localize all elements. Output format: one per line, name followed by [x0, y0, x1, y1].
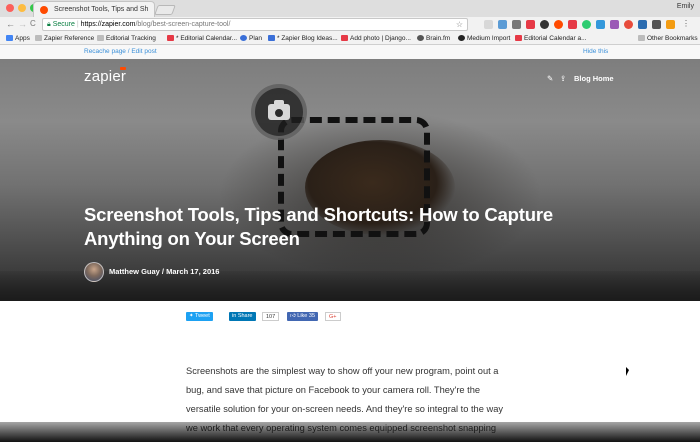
extension-icon[interactable]: [484, 20, 493, 29]
menu-icon[interactable]: ⋮: [682, 20, 691, 29]
facebook-like-button[interactable]: 👍︎ Like 35: [287, 312, 319, 321]
bookmark-link[interactable]: Medium Import: [458, 34, 510, 43]
google-plus-button[interactable]: G+: [325, 312, 341, 321]
close-window-button[interactable]: [6, 4, 14, 12]
admin-strip: Recache page / Edit post Hide this: [0, 45, 700, 59]
extension-icon[interactable]: [638, 20, 647, 29]
bookmark-link[interactable]: * Editorial Calendar...: [167, 34, 237, 43]
bookmark-folder[interactable]: Editorial Tracking: [97, 34, 156, 43]
extension-icon[interactable]: [526, 20, 535, 29]
apps-grid-icon: [6, 35, 13, 41]
other-bookmarks[interactable]: Other Bookmarks: [638, 34, 698, 43]
author-avatar[interactable]: [84, 262, 104, 282]
bookmark-favicon-icon: [268, 35, 275, 41]
window-titlebar: Screenshot Tools, Tips and Sh × Emily: [0, 0, 700, 17]
bottom-overlay: [0, 422, 700, 442]
zapier-logo[interactable]: zapier: [84, 68, 126, 85]
recache-edit-link[interactable]: Recache page / Edit post: [84, 48, 157, 55]
tab-title: Screenshot Tools, Tips and Sh: [54, 6, 149, 13]
mouse-cursor: [626, 367, 629, 376]
lock-icon: 🔒︎: [47, 21, 51, 28]
linkedin-share-count: 107: [262, 312, 280, 321]
tab-active[interactable]: Screenshot Tools, Tips and Sh ×: [33, 1, 155, 17]
forward-arrow-icon[interactable]: →: [18, 19, 27, 29]
bookmark-link[interactable]: Editorial Calendar a...: [515, 34, 587, 43]
new-tab-button[interactable]: [154, 5, 176, 15]
bookmark-favicon-icon: [417, 35, 424, 41]
extension-icon[interactable]: [568, 20, 577, 29]
back-arrow-icon[interactable]: ←: [6, 19, 15, 29]
bookmark-folder[interactable]: Zapier Reference: [35, 34, 94, 43]
extension-icon[interactable]: [652, 20, 661, 29]
bookmark-apps[interactable]: Apps: [6, 34, 30, 43]
edit-icon[interactable]: ✎: [547, 74, 553, 83]
bookmark-favicon-icon: [240, 35, 247, 41]
blog-home-link[interactable]: Blog Home: [574, 74, 614, 83]
share-icon[interactable]: ⇪: [560, 74, 566, 83]
secure-label: Secure: [52, 21, 75, 28]
hero-banner: Recache page / Edit post Hide this zapie…: [0, 45, 700, 301]
bookmark-favicon-icon: [341, 35, 348, 41]
extension-icon[interactable]: [610, 20, 619, 29]
linkedin-share-button[interactable]: in Share: [229, 312, 256, 321]
extension-icon[interactable]: [596, 20, 605, 29]
page-title: Screenshot Tools, Tips and Shortcuts: Ho…: [84, 204, 553, 249]
browser-toolbar: ← → C 🔒︎ Secure | https://zapier.com/blo…: [0, 17, 700, 32]
folder-icon: [638, 35, 645, 41]
extension-icon[interactable]: [582, 20, 591, 29]
bookmark-star-icon[interactable]: ☆: [456, 19, 463, 30]
address-bar[interactable]: 🔒︎ Secure | https://zapier.com/blog/best…: [42, 18, 468, 31]
bookmark-favicon-icon: [515, 35, 522, 41]
extension-icon[interactable]: [666, 20, 675, 29]
bookmark-link[interactable]: Brain.fm: [417, 34, 450, 43]
extension-icon[interactable]: [554, 20, 563, 29]
hide-this-link[interactable]: Hide this: [583, 48, 608, 55]
folder-icon: [97, 35, 104, 41]
bookmarks-bar: Apps Zapier Reference Editorial Tracking…: [0, 32, 700, 45]
zapier-favicon-icon: [40, 6, 48, 14]
extension-icon[interactable]: [624, 20, 633, 29]
url-host: https://zapier.com: [80, 21, 136, 28]
profile-name[interactable]: Emily: [677, 3, 694, 10]
extension-icon[interactable]: [512, 20, 521, 29]
camera-icon: [251, 84, 307, 140]
tweet-button[interactable]: ✦ Tweet: [186, 312, 213, 321]
bookmark-link[interactable]: Plan: [240, 34, 262, 43]
bookmark-link[interactable]: Add photo | Django...: [341, 34, 411, 43]
bookmark-favicon-icon: [167, 35, 174, 41]
reload-icon[interactable]: C: [30, 19, 36, 29]
author-byline[interactable]: Matthew Guay / March 17, 2016: [109, 267, 219, 276]
bookmark-favicon-icon: [458, 35, 465, 41]
url-path: /blog/best-screen-capture-tool/: [135, 21, 231, 28]
minimize-window-button[interactable]: [18, 4, 26, 12]
ground-image: [0, 271, 700, 301]
bookmark-link[interactable]: * Zapier Blog Ideas...: [268, 34, 338, 43]
logo-accent: [120, 67, 126, 70]
extension-icon[interactable]: [498, 20, 507, 29]
extension-icon[interactable]: [540, 20, 549, 29]
folder-icon: [35, 35, 42, 41]
